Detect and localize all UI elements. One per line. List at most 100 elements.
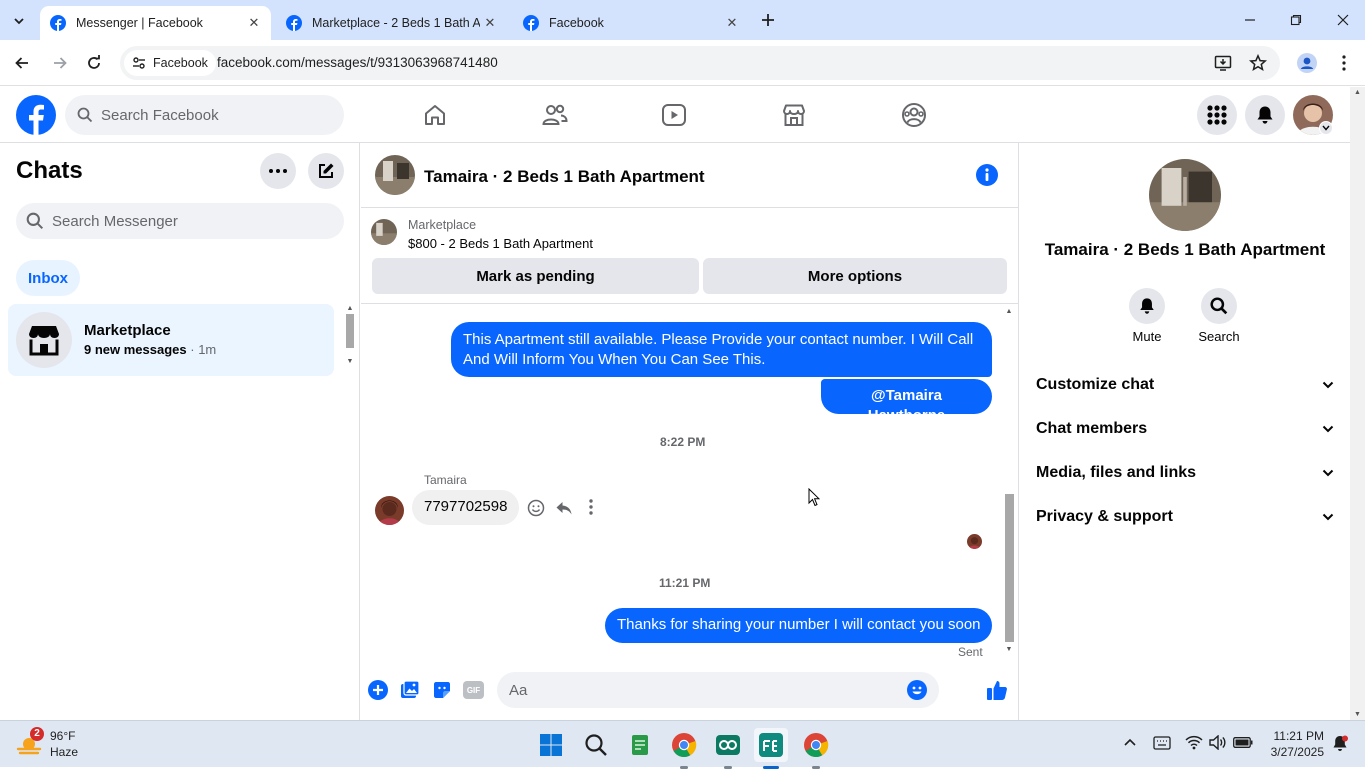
close-tab-icon[interactable]: ✕	[481, 14, 499, 32]
browser-menu-button[interactable]	[1330, 49, 1358, 77]
nav-home[interactable]	[419, 99, 451, 131]
site-info-chip[interactable]: Facebook	[124, 50, 216, 76]
scroll-thumb[interactable]	[346, 314, 354, 348]
account-button[interactable]	[1293, 95, 1333, 135]
conversation-title[interactable]: Tamaira · 2 Beds 1 Bath Apartment	[424, 167, 705, 187]
more-vertical-icon	[589, 499, 593, 515]
scroll-up-arrow[interactable]: ▲	[1002, 308, 1016, 315]
browser-toolbar: Facebook facebook.com/messages/t/9313063…	[0, 40, 1365, 86]
conversation-info-button[interactable]	[975, 163, 999, 187]
outgoing-message-mention[interactable]: @Tamaira Hawthorne	[821, 379, 992, 424]
weather-widget[interactable]: 2 96°F Haze	[14, 727, 114, 763]
search-label: Search	[1198, 329, 1240, 344]
tab-messenger[interactable]: Messenger | Facebook ✕	[40, 6, 271, 40]
scroll-down-arrow[interactable]: ▼	[1350, 711, 1365, 718]
notifications-button[interactable]	[1245, 95, 1285, 135]
listing-title[interactable]: $800 - 2 Beds 1 Bath Apartment	[408, 236, 593, 251]
tab-facebook[interactable]: Facebook ✕	[513, 6, 749, 40]
page-scrollbar[interactable]: ▲ ▼	[1350, 87, 1365, 720]
chat-members-section[interactable]: Chat members	[1036, 414, 1334, 444]
inbox-filter-tab[interactable]: Inbox	[16, 260, 80, 296]
tab-search-button[interactable]	[6, 8, 32, 34]
profile-button[interactable]	[1293, 49, 1321, 77]
mute-button[interactable]	[1129, 288, 1165, 324]
conversation-avatar[interactable]	[375, 155, 415, 195]
clock[interactable]: 11:21 PM 3/27/2025	[1262, 728, 1324, 760]
minimize-button[interactable]	[1236, 6, 1264, 34]
scroll-up-arrow[interactable]: ▲	[343, 305, 357, 312]
message-input[interactable]: Aa	[497, 672, 939, 708]
more-options-button[interactable]: More options	[703, 258, 1007, 294]
wifi-tray-icon[interactable]	[1185, 735, 1203, 750]
facebook-search-input[interactable]: Search Facebook	[65, 95, 344, 135]
keyboard-tray-icon[interactable]	[1153, 736, 1171, 750]
taskbar-app-qq[interactable]	[711, 728, 745, 769]
taskbar-app-facebook[interactable]	[754, 728, 788, 769]
facebook-logo[interactable]	[16, 95, 56, 135]
nav-friends[interactable]	[539, 99, 571, 131]
bookmark-button[interactable]	[1249, 54, 1267, 72]
outgoing-message[interactable]: This Apartment still available. Please P…	[451, 322, 992, 377]
timestamp-separator: 11:21 PM	[659, 576, 711, 590]
scroll-down-arrow[interactable]: ▼	[1002, 646, 1016, 653]
windows-logo-icon	[540, 734, 562, 756]
close-tab-icon[interactable]: ✕	[723, 14, 741, 32]
sticker-button[interactable]	[432, 680, 452, 700]
notification-center-button[interactable]	[1332, 735, 1348, 752]
media-files-links-section[interactable]: Media, files and links	[1036, 458, 1334, 488]
taskbar-app-chrome[interactable]	[667, 728, 701, 769]
install-app-button[interactable]	[1214, 54, 1232, 72]
close-window-button[interactable]	[1329, 6, 1357, 34]
nav-video[interactable]	[658, 99, 690, 131]
listing-thumbnail[interactable]	[371, 219, 397, 245]
details-avatar[interactable]	[1149, 159, 1221, 231]
send-like-button[interactable]	[985, 678, 1009, 702]
back-button[interactable]	[8, 49, 36, 77]
seen-avatar	[967, 534, 982, 549]
react-button[interactable]	[527, 499, 545, 517]
tune-icon	[133, 57, 145, 69]
search-in-conversation-button[interactable]	[1201, 288, 1237, 324]
start-button[interactable]	[534, 728, 568, 762]
outgoing-message[interactable]: Thanks for sharing your number I will co…	[605, 608, 992, 643]
tab-marketplace[interactable]: Marketplace - 2 Beds 1 Bath Ap ✕	[276, 6, 507, 40]
messages-scrollbar[interactable]: ▲ ▼	[1002, 308, 1016, 660]
show-hidden-icons-button[interactable]	[1123, 737, 1137, 747]
message-more-button[interactable]	[589, 499, 593, 515]
customize-chat-section[interactable]: Customize chat	[1036, 370, 1334, 400]
reload-button[interactable]	[80, 49, 108, 77]
sender-avatar[interactable]	[375, 496, 404, 525]
close-tab-icon[interactable]: ✕	[245, 14, 263, 32]
battery-tray-icon[interactable]	[1233, 737, 1253, 748]
messenger-search-input[interactable]: Search Messenger	[16, 203, 344, 239]
gif-button[interactable]: GIF	[463, 681, 484, 699]
more-actions-button[interactable]	[368, 680, 388, 700]
taskbar-search-button[interactable]	[579, 728, 613, 762]
scroll-up-arrow[interactable]: ▲	[1350, 89, 1365, 96]
nav-marketplace[interactable]	[778, 99, 810, 131]
menu-button[interactable]	[1197, 95, 1237, 135]
tab-title: Marketplace - 2 Beds 1 Bath Ap	[312, 16, 480, 30]
attach-media-button[interactable]	[400, 680, 420, 700]
address-bar[interactable]: Facebook facebook.com/messages/t/9313063…	[120, 46, 1280, 80]
chats-options-button[interactable]	[260, 153, 296, 189]
volume-tray-icon[interactable]	[1209, 735, 1227, 750]
nav-groups[interactable]	[898, 99, 930, 131]
forward-button[interactable]	[46, 49, 74, 77]
chat-list-item[interactable]: Marketplace 9 new messages · 1m	[8, 304, 334, 376]
chats-scrollbar[interactable]: ▲ ▼	[343, 305, 357, 375]
new-tab-button[interactable]	[756, 8, 780, 32]
url-text[interactable]: facebook.com/messages/t/9313063968741480	[217, 55, 498, 70]
browser-tab-bar: Messenger | Facebook ✕ Marketplace - 2 B…	[0, 0, 1365, 40]
reply-button[interactable]	[555, 499, 573, 517]
taskbar-app-chrome-2[interactable]	[799, 728, 833, 769]
incoming-message[interactable]: 7797702598	[412, 490, 520, 525]
new-message-button[interactable]	[308, 153, 344, 189]
emoji-button[interactable]	[907, 680, 927, 700]
taskbar-app-notepad[interactable]	[623, 728, 657, 762]
mark-as-pending-button[interactable]: Mark as pending	[372, 258, 699, 294]
restore-button[interactable]	[1282, 6, 1310, 34]
privacy-support-section[interactable]: Privacy & support	[1036, 502, 1334, 532]
scroll-thumb[interactable]	[1005, 494, 1014, 642]
scroll-down-arrow[interactable]: ▼	[343, 358, 357, 365]
